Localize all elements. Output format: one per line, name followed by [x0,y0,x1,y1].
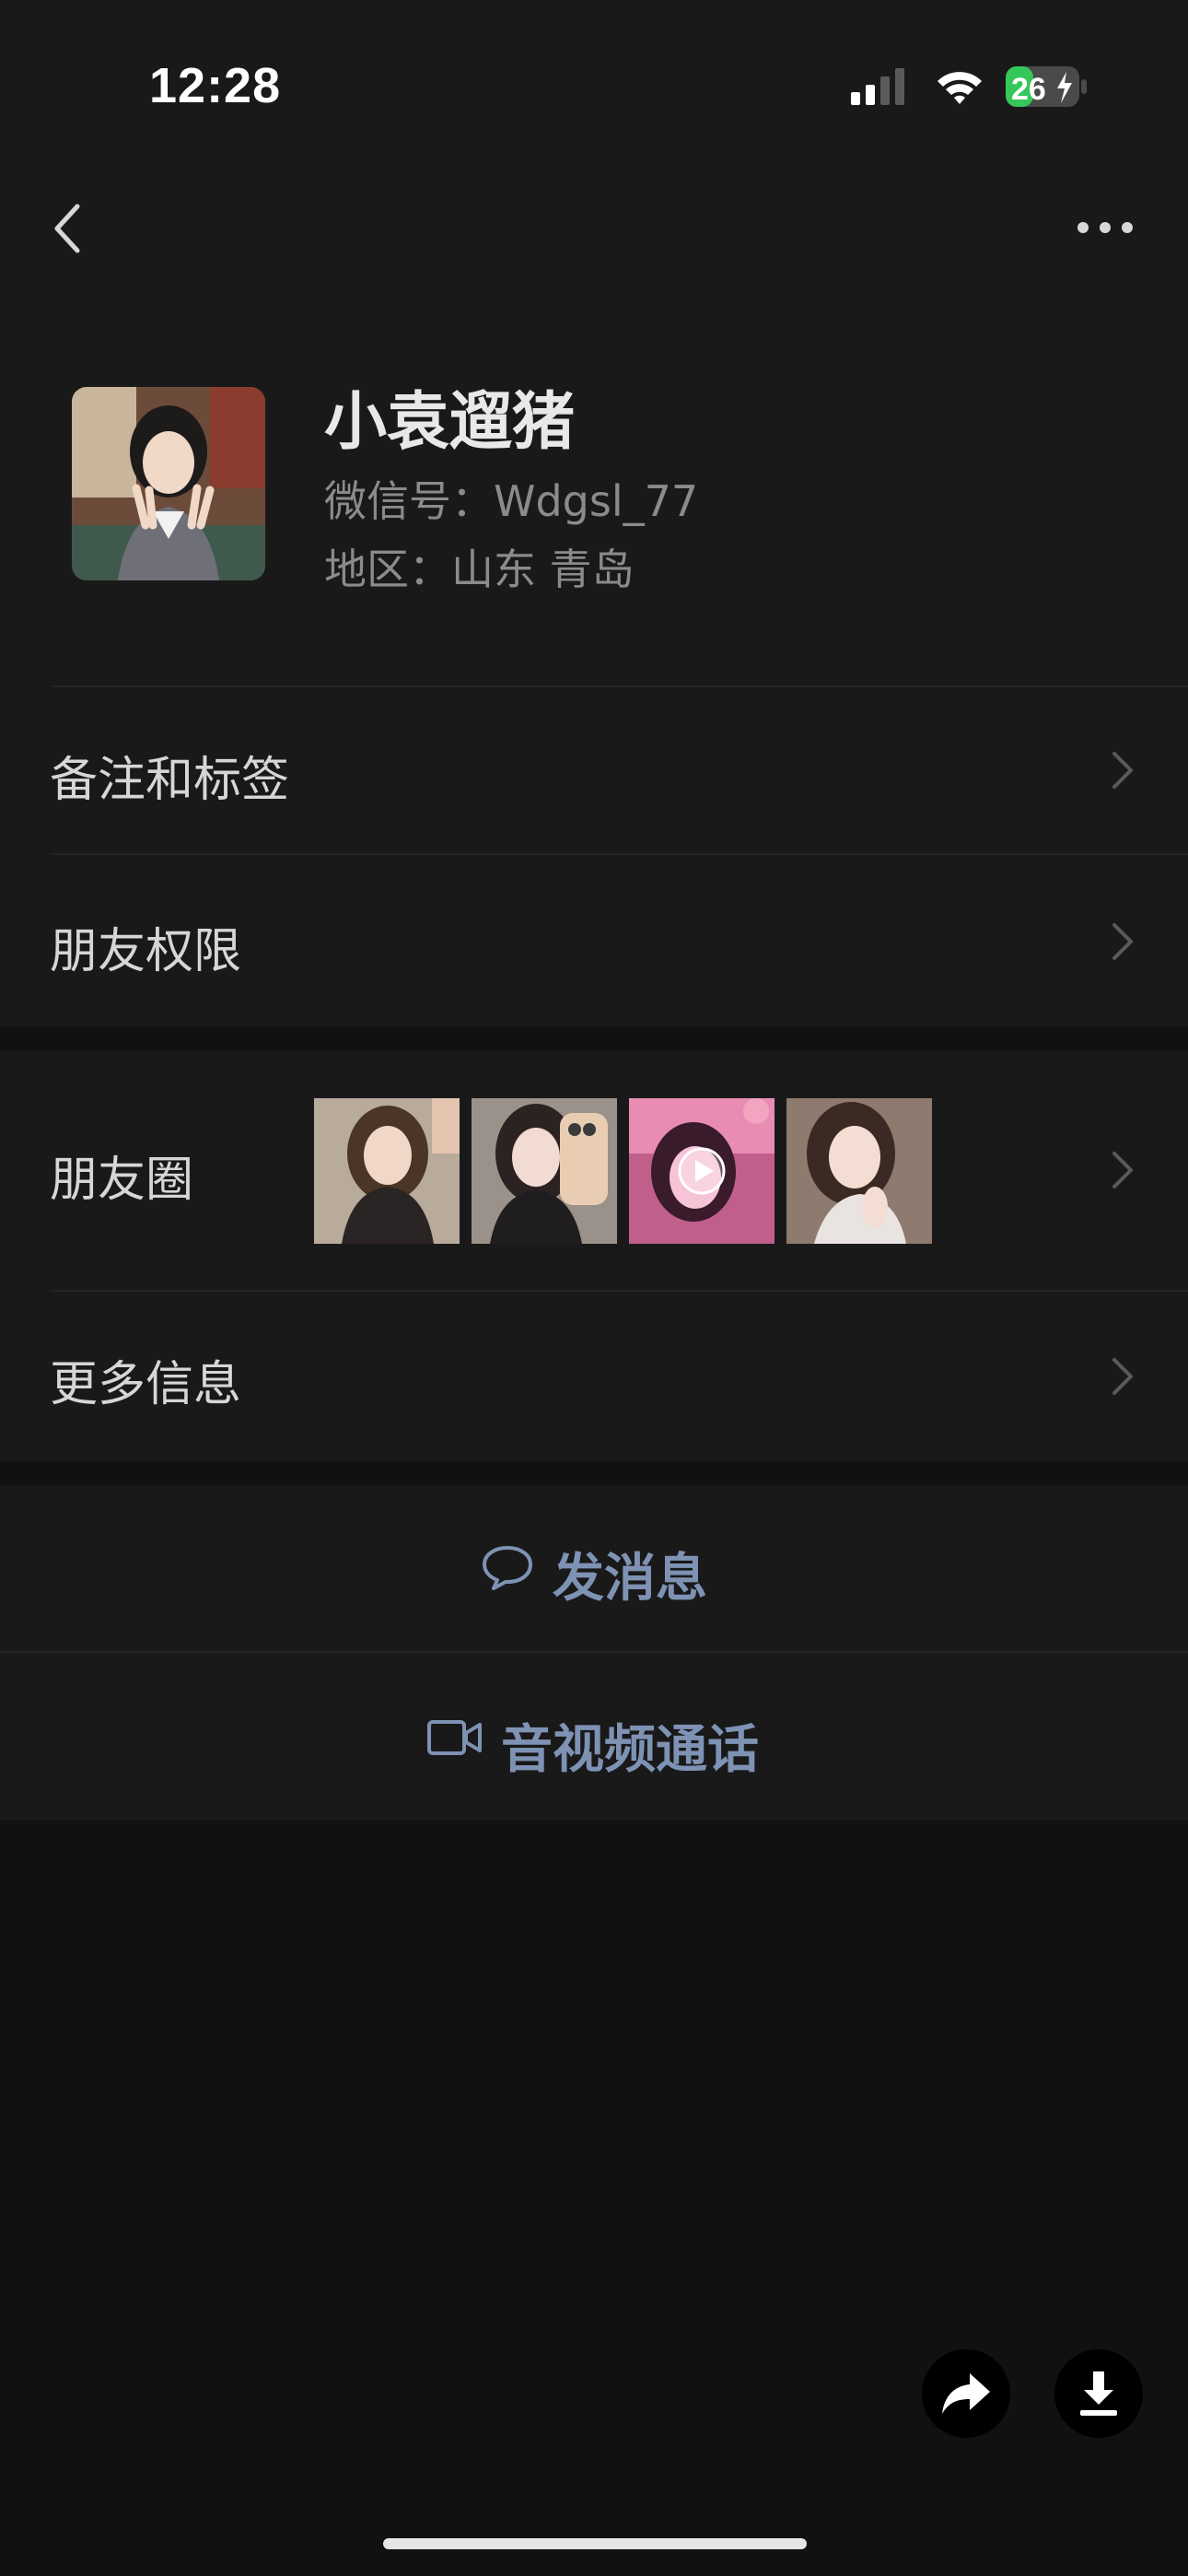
status-time: 12:28 [149,58,282,113]
moments-label: 朋友圈 [50,1153,194,1208]
av-call-label: 音视频通话 [501,1720,759,1780]
wechat-id: 微信号：Wdgsl_77 [324,476,699,526]
chat-bubble-icon [483,1546,532,1590]
more-info-label: 更多信息 [50,1357,242,1412]
download-button[interactable] [1054,2349,1143,2438]
battery-level: 26 [1011,72,1046,107]
send-message-label: 发消息 [553,1549,707,1609]
more-button[interactable] [1068,214,1142,241]
play-icon [678,1147,726,1195]
chevron-right-icon [1112,752,1133,789]
remarks-tags-label: 备注和标签 [50,753,290,808]
moments-thumbnail[interactable] [472,1098,617,1244]
chevron-right-icon [1112,923,1133,960]
wifi-icon [938,72,982,104]
avatar[interactable] [72,387,265,580]
moments-thumbnail[interactable] [786,1098,932,1244]
back-button[interactable] [46,201,88,256]
share-button[interactable] [922,2349,1010,2438]
share-arrow-icon [942,2373,990,2414]
moments-video-thumbnail[interactable] [629,1098,775,1244]
send-message-button[interactable]: 发消息 [0,1485,1188,1651]
section-gap [0,1461,1188,1485]
chevron-left-icon [54,204,80,253]
home-indicator[interactable] [383,2538,807,2549]
ellipsis-icon [1077,222,1133,233]
friend-permissions-label: 朋友权限 [50,924,242,979]
av-call-button[interactable]: 音视频通话 [0,1653,1188,1821]
status-icons: 26 [847,64,1087,111]
video-camera-icon [427,1720,482,1755]
chevron-right-icon [1112,1358,1133,1395]
region: 地区：山东 青岛 [324,544,635,594]
remarks-tags-row[interactable]: 备注和标签 [0,687,1188,853]
battery-charging-icon: 26 [1006,66,1087,107]
download-icon [1080,2371,1117,2416]
cellular-signal-icon [851,68,904,105]
more-info-row[interactable]: 更多信息 [0,1292,1188,1461]
section-gap [0,1026,1188,1050]
friend-permissions-row[interactable]: 朋友权限 [0,855,1188,1026]
profile-name: 小袁遛猪 [324,386,576,459]
chevron-right-icon [1112,1152,1133,1188]
screen: 12:28 26 小袁遛猪 微信号：Wdgsl_77 地区：山东 青岛 备注和标… [0,0,1188,2576]
moments-thumbnail[interactable] [314,1098,460,1244]
